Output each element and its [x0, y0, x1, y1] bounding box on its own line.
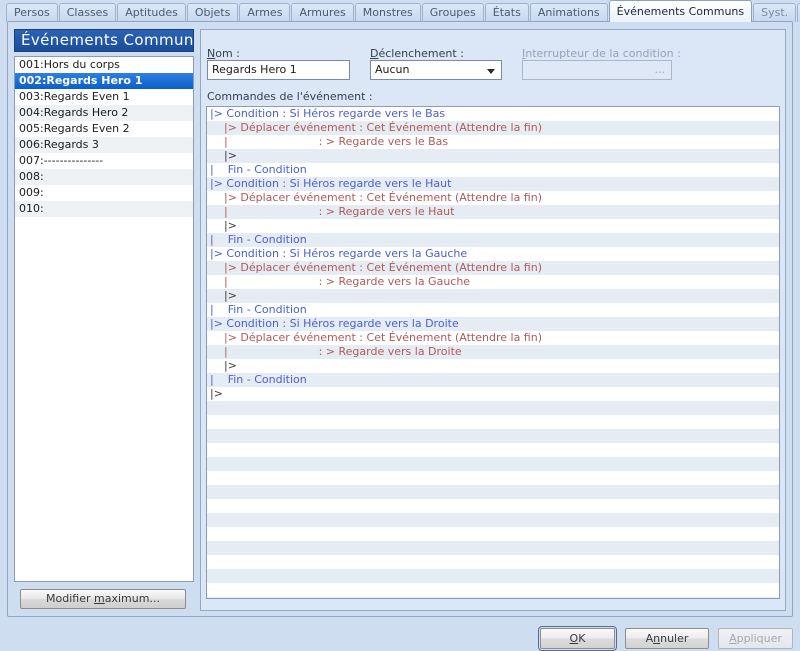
tab-classes[interactable]: Classes	[58, 3, 117, 22]
command-row-empty[interactable]	[207, 583, 779, 597]
command-row-empty[interactable]	[207, 527, 779, 541]
command-row[interactable]: |> Déplacer événement : Cet Événement (A…	[207, 121, 779, 135]
list-item[interactable]: 005:Regards Even 2	[15, 121, 193, 137]
command-row[interactable]: |> Déplacer événement : Cet Événement (A…	[207, 261, 779, 275]
command-row-empty[interactable]	[207, 415, 779, 429]
command-row[interactable]: |>	[207, 149, 779, 163]
command-row[interactable]: | Fin - Condition	[207, 233, 779, 247]
list-item[interactable]: 010:	[15, 201, 193, 217]
list-item[interactable]: 001:Hors du corps	[15, 57, 193, 73]
tab-armures[interactable]: Armures	[291, 3, 354, 22]
trigger-dropdown[interactable]: Aucun	[370, 60, 502, 80]
command-row-empty[interactable]	[207, 499, 779, 513]
command-row-empty[interactable]	[207, 485, 779, 499]
list-item[interactable]: 004:Regards Hero 2	[15, 105, 193, 121]
tab-groupes[interactable]: Groupes	[421, 3, 484, 22]
command-row[interactable]: |>	[207, 289, 779, 303]
apply-button: Appliquer	[718, 628, 793, 649]
tab-v-nements-communs[interactable]: Événements Communs	[608, 0, 753, 22]
command-row[interactable]: | Fin - Condition	[207, 373, 779, 387]
sidebar-banner-title: Événements Communs	[14, 29, 194, 52]
command-row[interactable]: |>	[207, 387, 779, 401]
command-row[interactable]: | Fin - Condition	[207, 163, 779, 177]
list-item[interactable]: 003:Regards Even 1	[15, 89, 193, 105]
tab-objets[interactable]: Objets	[186, 3, 239, 22]
trigger-value: Aucun	[375, 63, 410, 76]
command-row-empty[interactable]	[207, 429, 779, 443]
command-row[interactable]: |> Condition : Si Héros regarde vers le …	[207, 107, 779, 121]
command-row[interactable]: | : > Regarde vers la Gauche	[207, 275, 779, 289]
modify-maximum-button[interactable]: Modifier maximum...	[20, 589, 186, 609]
command-row-empty[interactable]	[207, 401, 779, 415]
command-row[interactable]: | : > Regarde vers le Haut	[207, 205, 779, 219]
command-row-empty[interactable]	[207, 457, 779, 471]
command-row[interactable]: |> Déplacer événement : Cet Événement (A…	[207, 331, 779, 345]
ok-button[interactable]: OK	[538, 626, 617, 651]
command-row-empty[interactable]	[207, 513, 779, 527]
tab-armes[interactable]: Armes	[239, 3, 291, 22]
command-row[interactable]: | : > Regarde vers la Droite	[207, 345, 779, 359]
tab-persos[interactable]: Persos	[6, 3, 58, 22]
common-events-list[interactable]: 001:Hors du corps 002:Regards Hero 1 003:R…	[14, 56, 194, 582]
event-commands-list[interactable]: |> Condition : Si Héros regarde vers le …	[206, 106, 780, 599]
list-item[interactable]: 009:	[15, 185, 193, 201]
event-commands-label: Commandes de l'événement :	[207, 90, 373, 103]
command-row[interactable]: |> Condition : Si Héros regarde vers le …	[207, 177, 779, 191]
command-row[interactable]: |>	[207, 359, 779, 373]
tab-monstres[interactable]: Monstres	[354, 3, 421, 22]
list-item[interactable]: 007:---------------	[15, 153, 193, 169]
condition-switch-field: ...	[522, 60, 672, 80]
command-row[interactable]: | : > Regarde vers le Bas	[207, 135, 779, 149]
command-row[interactable]: |> Condition : Si Héros regarde vers la …	[207, 247, 779, 261]
tab-syst[interactable]: Syst.	[753, 3, 797, 22]
tab-animations[interactable]: Animations	[529, 3, 608, 22]
command-row-empty[interactable]	[207, 597, 779, 598]
command-row[interactable]: |>	[207, 219, 779, 233]
trigger-label: Déclenchement :	[370, 47, 464, 60]
command-row-empty[interactable]	[207, 541, 779, 555]
cancel-button[interactable]: Annuler	[625, 628, 709, 649]
tab-strip: Persos Classes Aptitudes Objets Armes Armures…	[0, 0, 800, 22]
condition-switch-label: Interrupteur de la condition :	[522, 47, 681, 60]
command-row-empty[interactable]	[207, 471, 779, 485]
tab-tats[interactable]: États	[484, 3, 529, 22]
command-row-empty[interactable]	[207, 555, 779, 569]
chevron-down-icon	[487, 69, 495, 74]
tab-aptitudes[interactable]: Aptitudes	[117, 3, 186, 22]
name-label: Nom :	[207, 47, 240, 60]
list-item[interactable]: 008:	[15, 169, 193, 185]
command-row[interactable]: |> Condition : Si Héros regarde vers la …	[207, 317, 779, 331]
name-input[interactable]: Regards Hero 1	[207, 60, 350, 80]
command-row-empty[interactable]	[207, 443, 779, 457]
list-item[interactable]: 002:Regards Hero 1	[15, 73, 193, 89]
command-row[interactable]: |> Déplacer événement : Cet Événement (A…	[207, 191, 779, 205]
command-row[interactable]: | Fin - Condition	[207, 303, 779, 317]
command-row-empty[interactable]	[207, 569, 779, 583]
list-item[interactable]: 006:Regards 3	[15, 137, 193, 153]
